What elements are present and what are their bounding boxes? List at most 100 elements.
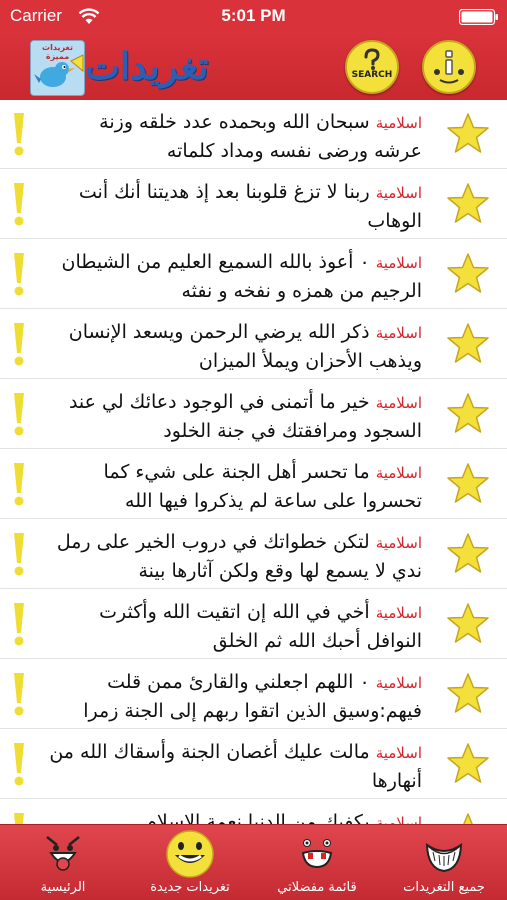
clock: 5:01 PM: [221, 6, 286, 25]
tweet-text: اسلامية سبحان الله وبحمده عدد خلقه وزنة ع…: [40, 108, 422, 165]
app-title: تغريدات: [85, 44, 209, 88]
exclamation-icon[interactable]: [13, 253, 25, 297]
tweet-row[interactable]: اسلامية أخي في الله إن اتقيت الله وأكثرت…: [0, 590, 507, 659]
big-smile-face-icon: [424, 831, 464, 875]
tweet-category: اسلامية: [375, 534, 422, 552]
star-icon[interactable]: [446, 322, 490, 366]
info-icon: [434, 50, 464, 84]
tweet-category: اسلامية: [375, 324, 422, 342]
exclamation-icon[interactable]: [13, 673, 25, 717]
tweet-line-1: سبحان الله وبحمده عدد خلقه وزنة: [99, 111, 370, 133]
tweet-text: اسلامية ما تحسر أهل الجنة على شيء كما تحس…: [40, 458, 422, 515]
star-icon[interactable]: [446, 462, 490, 506]
tweet-category: اسلامية: [375, 394, 422, 412]
star-icon[interactable]: [446, 182, 490, 226]
tweet-line-1: ما تحسر أهل الجنة على شيء كما: [103, 461, 370, 483]
tweet-category: اسلامية: [375, 674, 422, 692]
tab-label: جميع التغريدات: [403, 880, 485, 895]
tweet-line-2: أنهارها: [371, 770, 422, 792]
tweet-text: اسلامية مالت عليك أغصان الجنة وأسقاك الل…: [40, 738, 422, 795]
navigation-bar: تغريدات مميزة تغريدات SEARCH: [0, 34, 507, 100]
tweet-text: اسلامية ٠ اللهم اجعلني والقارئ ممن قلت في…: [40, 668, 422, 725]
app-logo: تغريدات مميزة: [30, 40, 85, 96]
tweet-line-2: السجود ومرافقتك في جنة الخلود: [163, 420, 422, 442]
tweet-line-1: يكفيك من الدنيا نعمة الإسلام: [145, 811, 370, 824]
tweet-row[interactable]: اسلامية يكفيك من الدنيا نعمة الإسلام: [0, 800, 507, 824]
tweet-row[interactable]: اسلامية لتكن خطواتك في دروب الخير على رم…: [0, 520, 507, 589]
tweet-row[interactable]: اسلامية مالت عليك أغصان الجنة وأسقاك الل…: [0, 730, 507, 799]
tweet-category: اسلامية: [375, 114, 422, 132]
tab-label: قائمة مفضلاتي: [277, 880, 357, 895]
star-icon[interactable]: [446, 392, 490, 436]
tweet-category: اسلامية: [375, 814, 422, 824]
bird-logo-icon: [34, 54, 84, 87]
tweet-row[interactable]: اسلامية خير ما أتمنى في الوجود دعائك لي …: [0, 380, 507, 449]
silly-face-icon: [43, 831, 83, 875]
tweet-line-2: الرجيم من همزه و نفخه و نفثه: [181, 280, 422, 302]
tab-label: الرئيسية: [40, 880, 86, 895]
tweet-line-2: النوافل أحبك الله ثم الخلق: [212, 630, 422, 652]
search-button[interactable]: SEARCH: [345, 40, 399, 94]
exclamation-icon[interactable]: [13, 813, 25, 824]
exclamation-icon[interactable]: [13, 113, 25, 157]
exclamation-icon[interactable]: [13, 183, 25, 227]
exclamation-icon[interactable]: [13, 533, 25, 577]
tab-2[interactable]: قائمة مفضلاتي: [254, 825, 380, 900]
tab-1[interactable]: جميع التغريدات: [381, 825, 507, 900]
tweet-text: اسلامية خير ما أتمنى في الوجود دعائك لي …: [40, 388, 422, 445]
star-icon[interactable]: [446, 742, 490, 786]
exclamation-icon[interactable]: [13, 603, 25, 647]
tweet-line-1: ذكر الله يرضي الرحمن ويسعد الإنسان: [68, 321, 370, 343]
tab-label: تغريدات جديدة: [150, 880, 230, 895]
tongue-face-icon: [297, 831, 337, 875]
tweet-line-2: فيهم:وسيق الذين اتقوا ربهم إلى الجنة زمر…: [83, 700, 422, 722]
tweet-line-2: ندي لا يسمع لها وقع ولكن آثارها بينة: [138, 560, 423, 582]
tweet-line-2: الوهاب: [367, 210, 422, 232]
tweet-row[interactable]: اسلامية ما تحسر أهل الجنة على شيء كما تحس…: [0, 450, 507, 519]
tweet-line-1: لتكن خطواتك في دروب الخير على رمل: [56, 531, 370, 553]
star-icon[interactable]: [446, 252, 490, 296]
tweet-line-2: تحسروا على ساعة لم يذكروا فيها الله: [125, 490, 422, 512]
info-button[interactable]: [422, 40, 476, 94]
star-icon[interactable]: [446, 532, 490, 576]
battery-icon: [459, 9, 498, 25]
tweet-category: اسلامية: [375, 744, 422, 762]
status-bar: Carrier 5:01 PM: [0, 0, 507, 34]
tweet-row[interactable]: اسلامية ربنا لا تزغ قلوبنا بعد إذ هديتنا…: [0, 170, 507, 239]
tweet-line-1: أخي في الله إن اتقيت الله وأكثرت: [99, 601, 370, 623]
tab-3[interactable]: تغريدات جديدة: [127, 825, 253, 900]
tweet-row[interactable]: اسلامية سبحان الله وبحمده عدد خلقه وزنة ع…: [0, 100, 507, 169]
search-label: SEARCH: [351, 70, 393, 80]
tweet-text: اسلامية ربنا لا تزغ قلوبنا بعد إذ هديتنا…: [40, 178, 422, 235]
tweet-text: اسلامية أخي في الله إن اتقيت الله وأكثرت…: [40, 598, 422, 655]
tweet-text: اسلامية يكفيك من الدنيا نعمة الإسلام: [40, 808, 422, 824]
star-icon[interactable]: [446, 672, 490, 716]
exclamation-icon[interactable]: [13, 323, 25, 367]
tweet-line-2: عرشه ورضى نفسه ومداد كلماته: [166, 140, 422, 162]
tab-bar: جميع التغريدات قائمة مفضلاتي تغريدات جديدة…: [0, 824, 507, 900]
tweet-line-1: ٠ أعوذ بالله السميع العليم من الشيطان: [61, 251, 370, 273]
exclamation-icon[interactable]: [13, 393, 25, 437]
tweet-row[interactable]: اسلامية ٠ اللهم اجعلني والقارئ ممن قلت في…: [0, 660, 507, 729]
happy-face-icon: [160, 829, 220, 879]
tweet-category: اسلامية: [375, 464, 422, 482]
tweet-line-1: خير ما أتمنى في الوجود دعائك لي عند: [68, 391, 370, 413]
tweet-category: اسلامية: [375, 184, 422, 202]
tweet-text: اسلامية لتكن خطواتك في دروب الخير على رم…: [40, 528, 422, 585]
search-icon: [364, 48, 380, 70]
exclamation-icon[interactable]: [13, 743, 25, 787]
tweet-row[interactable]: اسلامية ذكر الله يرضي الرحمن ويسعد الإنس…: [0, 310, 507, 379]
tweet-category: اسلامية: [375, 604, 422, 622]
tweet-line-1: مالت عليك أغصان الجنة وأسقاك الله من: [49, 741, 370, 763]
exclamation-icon[interactable]: [13, 463, 25, 507]
star-icon[interactable]: [446, 812, 490, 824]
tab-4[interactable]: الرئيسية: [0, 825, 126, 900]
star-icon[interactable]: [446, 112, 490, 156]
tweet-row[interactable]: اسلامية ٠ أعوذ بالله السميع العليم من ال…: [0, 240, 507, 309]
tweet-line-2: ويذهب الأحزان ويملأ الميزان: [198, 350, 422, 372]
tweet-list[interactable]: اسلامية سبحان الله وبحمده عدد خلقه وزنة ع…: [0, 100, 507, 824]
tweet-line-1: ٠ اللهم اجعلني والقارئ ممن قلت: [107, 671, 370, 693]
star-icon[interactable]: [446, 602, 490, 646]
tweet-line-1: ربنا لا تزغ قلوبنا بعد إذ هديتنا أنك أنت: [78, 181, 370, 203]
tweet-category: اسلامية: [375, 254, 422, 272]
